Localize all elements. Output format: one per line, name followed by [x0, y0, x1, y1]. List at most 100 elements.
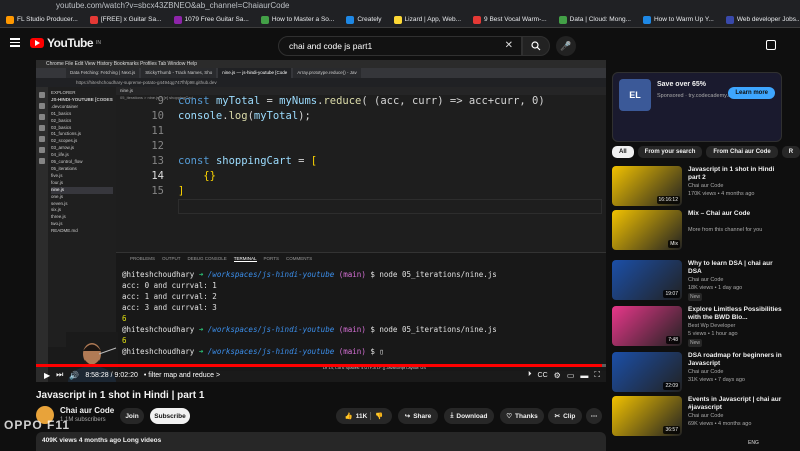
video-title[interactable]: Why to learn DSA | chai aur DSA [688, 260, 788, 276]
subscribe-button[interactable]: Subscribe [150, 408, 190, 424]
video-channel[interactable]: Best Wp Developer [688, 323, 735, 329]
download-button[interactable]: ⤓ Download [444, 408, 494, 424]
terminal-branch: (main) [338, 325, 371, 334]
code-token: myTotal [253, 110, 299, 122]
line-number: 10 [151, 110, 164, 122]
player-controls: ▶ ⏭ 🔊 8:58:28 / 9:02:20 • filter map and… [36, 368, 606, 382]
video-progress-bar[interactable] [36, 364, 606, 367]
bookmark-label: FL Studio Producer... [17, 16, 78, 23]
settings-icon[interactable]: ⚙ [554, 371, 561, 380]
video-thumbnail[interactable]: Mix [612, 210, 682, 250]
miniplayer-icon[interactable]: ▭ [567, 371, 575, 380]
code-line: 14 {} [116, 169, 606, 184]
dislike-icon[interactable]: 👎 [370, 412, 383, 420]
ad-logo: EL [619, 79, 651, 111]
video-channel[interactable]: Chai aur Code [688, 369, 723, 375]
video-thumbnail[interactable]: 16:16:12 [612, 166, 682, 206]
panel-tab: PROBLEMS [130, 256, 156, 261]
play-icon[interactable]: ▶ [44, 371, 50, 380]
chapter-title[interactable]: • filter map and reduce > [144, 372, 220, 379]
code-token: ] [178, 185, 185, 197]
bookmark-item[interactable]: [FREE] x Guitar Sa... [86, 15, 166, 24]
video-channel[interactable]: Chai aur Code [688, 413, 723, 419]
description-box[interactable]: 409K views 4 months ago Long videos [36, 432, 606, 451]
search-input[interactable]: chai and code js part1 ✕ [278, 36, 522, 56]
next-icon[interactable]: ⏭ [56, 370, 63, 380]
video-title[interactable]: DSA roadmap for beginners in Javascript [688, 352, 788, 368]
video-title[interactable]: Explore Limitless Possibilities with the… [688, 306, 788, 322]
youtube-play-icon [30, 38, 44, 48]
terminal-line: @hiteshchoudhary ➜ /workspaces/js-hindi-… [122, 346, 384, 357]
recommended-video[interactable]: 16:16:12 Javascript in 1 shot in Hindi pa… [612, 166, 792, 210]
search-icon [39, 103, 45, 109]
bookmark-item[interactable]: Data | Cloud: Mong... [555, 15, 635, 24]
youtube-logo[interactable]: YouTube IN [30, 36, 101, 50]
ad-cta-button[interactable]: Learn more [728, 87, 775, 99]
like-button[interactable]: 👍 11K 👎 [336, 408, 392, 424]
clip-button[interactable]: ✂ Clip [548, 408, 582, 424]
line-number: 11 [151, 125, 164, 137]
code-token: myTotal [215, 95, 261, 107]
explorer-item: 02_scopes.js [51, 138, 78, 144]
recommended-video[interactable]: 19:07 Why to learn DSA | chai aur DSA Chai… [612, 260, 792, 304]
bookmark-item[interactable]: How to Master a So... [257, 15, 339, 24]
terminal-path: /workspaces/js-hindi-youtube [207, 325, 339, 334]
recommended-video[interactable]: 7:48 Explore Limitless Possibilities with… [612, 306, 792, 350]
video-duration: 16:16:12 [656, 196, 680, 204]
bookmark-item[interactable]: 9 Best Vocal Warm-... [469, 15, 551, 24]
video-title[interactable]: Events in Javascript | chai aur #javascr… [688, 396, 788, 412]
video-thumbnail[interactable]: 36:57 [612, 396, 682, 436]
explorer-item: 03_arrow.js [51, 145, 75, 151]
fullscreen-icon[interactable]: ⛶ [594, 370, 600, 380]
recommended-video[interactable]: 22:09 DSA roadmap for beginners in Javasc… [612, 352, 792, 396]
video-channel[interactable]: More from this channel for you [688, 227, 762, 233]
video-thumbnail[interactable]: 22:09 [612, 352, 682, 392]
recommended-video[interactable]: 36:57 Events in Javascript | chai aur #ja… [612, 396, 792, 440]
recommended-video[interactable]: Mix Mix – Chai aur Code More from this cha… [612, 210, 792, 254]
filter-chip[interactable]: From your search [637, 146, 703, 158]
create-icon[interactable] [766, 40, 776, 50]
video-title[interactable]: Mix – Chai aur Code [688, 210, 788, 218]
video-player[interactable]: Chrome File Edit View History Bookmarks … [36, 60, 606, 382]
bookmark-item[interactable]: Web developer Jobs... [722, 15, 800, 24]
volume-icon[interactable]: 🔊 [69, 371, 79, 380]
filter-chip[interactable]: R [781, 146, 800, 158]
filter-chip[interactable]: From Chai aur Code [706, 146, 778, 158]
player-right-controls: ⏵ CC ⚙ ▭ ▬ ⛶ [528, 368, 600, 382]
sidebar-ad[interactable]: EL Save over 65% Sponsored · try.codecad… [612, 72, 782, 142]
video-thumbnail[interactable]: 19:07 [612, 260, 682, 300]
video-channel[interactable]: Chai aur Code [688, 183, 723, 189]
channel-name[interactable]: Chai aur Code [60, 406, 114, 415]
explorer-item: .devcontainer [51, 103, 79, 109]
more-actions-button[interactable]: ⋯ [586, 408, 602, 424]
join-button[interactable]: Join [120, 408, 144, 424]
bookmark-item[interactable]: 1079 Free Guitar Sa... [170, 15, 253, 24]
current-line-highlight [178, 199, 602, 214]
bookmark-label: 9 Best Vocal Warm-... [484, 16, 547, 23]
subtitles-icon[interactable]: CC [538, 372, 548, 379]
theater-icon[interactable]: ▬ [580, 371, 588, 380]
inner-tab: StickyThumb - Track Names, Sho [141, 68, 217, 78]
thanks-button[interactable]: ♡ Thanks [500, 408, 544, 424]
video-duration: 19:07 [663, 290, 680, 298]
bookmark-item[interactable]: Creately [342, 15, 385, 24]
bookmark-item[interactable]: FL Studio Producer... [2, 15, 82, 24]
share-button[interactable]: ↪ Share [398, 408, 438, 424]
bookmark-label: Web developer Jobs... [736, 16, 800, 23]
new-badge: New [688, 293, 703, 301]
bookmark-item[interactable]: Lizard | App, Web... [390, 15, 466, 24]
address-bar[interactable]: youtube.com/watch?v=sbcx43ZBNEO&ab_chann… [0, 0, 800, 12]
video-thumbnail[interactable]: 7:48 [612, 306, 682, 346]
bookmark-item[interactable]: How to Warm Up Y... [639, 15, 718, 24]
filter-chip[interactable]: All [612, 146, 634, 158]
terminal-user: @hiteshchoudhary [122, 270, 199, 279]
search-button[interactable] [522, 36, 550, 56]
video-title[interactable]: Javascript in 1 shot in Hindi part 2 [688, 166, 788, 182]
code-line: 9 const myTotal = myNums.reduce( (acc, cu… [116, 94, 606, 109]
menu-icon[interactable] [10, 38, 20, 47]
mic-icon[interactable]: 🎤 [556, 36, 576, 56]
video-channel[interactable]: Chai aur Code [688, 277, 723, 283]
clear-icon[interactable]: ✕ [505, 37, 513, 55]
code-line: 12 [116, 139, 606, 154]
autoplay-toggle[interactable]: ⏵ [528, 371, 532, 379]
